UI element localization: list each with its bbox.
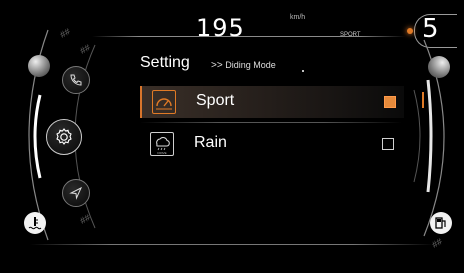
option-label: Sport bbox=[196, 92, 235, 109]
right-top-knob bbox=[428, 56, 450, 78]
speed-unit: km/h bbox=[290, 14, 306, 21]
rain-icon-caption: DRIVE bbox=[157, 151, 166, 155]
navigation-arrow-icon[interactable] bbox=[62, 179, 90, 207]
left-top-knob bbox=[28, 55, 50, 77]
fuel-pump-icon bbox=[430, 212, 452, 234]
breadcrumb: >> Diding Mode bbox=[211, 60, 276, 71]
breadcrumb-label: Diding Mode bbox=[225, 60, 276, 70]
option-label: Rain bbox=[194, 134, 227, 151]
speed-readout: 195 bbox=[196, 14, 245, 42]
option-sport[interactable]: Sport bbox=[140, 86, 404, 118]
option-rain[interactable]: DRIVE Rain bbox=[140, 128, 402, 160]
settings-gear-icon[interactable] bbox=[46, 119, 82, 155]
rain-cloud-icon: DRIVE bbox=[150, 132, 174, 156]
drive-mode-indicator: SPORT bbox=[340, 32, 361, 38]
bottom-divider bbox=[30, 244, 434, 245]
option-checkbox[interactable] bbox=[384, 96, 396, 108]
option-checkbox[interactable] bbox=[382, 138, 394, 150]
breadcrumb-arrow: >> bbox=[211, 60, 223, 71]
cursor-dot bbox=[302, 70, 304, 72]
page-title: Setting bbox=[140, 54, 190, 71]
row-divider bbox=[140, 122, 402, 123]
right-rail-marker bbox=[422, 92, 424, 108]
phone-icon[interactable] bbox=[62, 66, 90, 94]
left-rail: ## ## ## bbox=[0, 0, 100, 273]
coolant-temperature-icon bbox=[24, 212, 46, 234]
sport-gauge-icon bbox=[152, 90, 176, 114]
cluster-screen: 195 km/h SPORT 5 Setting >> Diding Mode … bbox=[0, 0, 464, 273]
